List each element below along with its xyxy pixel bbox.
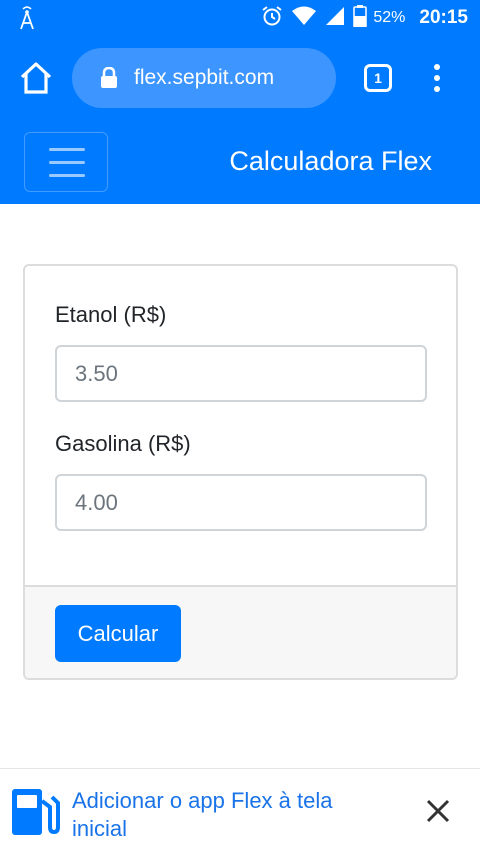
alarm-icon — [261, 5, 283, 32]
hamburger-icon — [49, 148, 85, 151]
overflow-menu-button[interactable] — [430, 60, 446, 96]
navbar-brand[interactable]: Calculadora Flex — [229, 146, 432, 177]
home-button[interactable] — [18, 60, 54, 96]
card-footer: Calcular — [25, 585, 456, 678]
etanol-label: Etanol (R$) — [55, 302, 167, 327]
url-text: flex.sepbit.com — [134, 66, 275, 89]
clock: 20:15 — [419, 7, 468, 28]
card-body: Etanol (R$) Gasolina (R$) — [25, 266, 456, 586]
etanol-input[interactable] — [55, 345, 427, 402]
battery-icon — [353, 4, 368, 32]
add-to-home-banner[interactable]: Adicionar o app Flex à tela inicial — [0, 768, 480, 854]
wifi-icon — [291, 6, 317, 31]
banner-close-button[interactable] — [426, 799, 450, 823]
calcular-button[interactable]: Calcular — [55, 605, 181, 662]
calculator-card: Etanol (R$) Gasolina (R$) Calcular — [23, 264, 458, 680]
tab-switcher-button[interactable]: 1 — [364, 64, 392, 92]
more-vertical-icon — [434, 64, 440, 70]
lock-icon — [100, 67, 118, 89]
fuel-pump-icon — [12, 787, 60, 837]
app-navbar: Calculadora Flex — [0, 120, 480, 204]
cell-signal-icon — [325, 6, 345, 31]
status-bar: 52% 20:15 — [0, 0, 480, 36]
browser-toolbar: flex.sepbit.com 1 — [0, 36, 480, 120]
close-icon — [426, 799, 450, 827]
signal-tower-icon — [18, 6, 36, 35]
navbar-toggler-button[interactable] — [24, 132, 108, 192]
address-bar[interactable]: flex.sepbit.com — [72, 48, 336, 108]
add-to-home-text[interactable]: Adicionar o app Flex à tela inicial — [72, 787, 392, 843]
home-icon — [18, 62, 54, 100]
battery-percent: 52% — [373, 9, 406, 26]
gasolina-label: Gasolina (R$) — [55, 431, 191, 456]
gasolina-input[interactable] — [55, 474, 427, 531]
